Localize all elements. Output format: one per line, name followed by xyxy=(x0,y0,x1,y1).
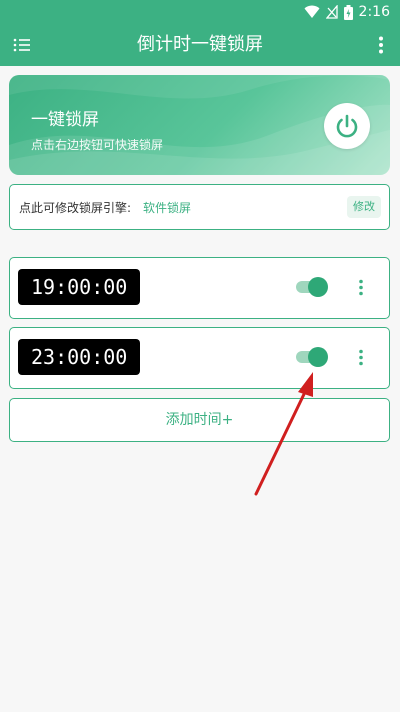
wifi-icon xyxy=(304,5,320,18)
timer-row: 19:00:00 xyxy=(9,257,390,319)
battery-icon xyxy=(343,4,353,20)
edit-engine-button[interactable]: 修改 xyxy=(347,196,381,218)
engine-label: 点此可修改锁屏引擎: xyxy=(19,201,132,215)
timer-time-display[interactable]: 23:00:00 xyxy=(18,339,141,375)
toggle-knob xyxy=(308,277,328,297)
status-time: 2:16 xyxy=(358,4,390,20)
lock-engine-card[interactable]: 点此可修改锁屏引擎: 软件锁屏 修改 xyxy=(9,184,390,230)
power-icon xyxy=(336,114,358,138)
app-bar: 倒计时一键锁屏 xyxy=(0,24,400,66)
no-signal-icon xyxy=(325,5,338,19)
timer-enable-toggle[interactable] xyxy=(296,347,330,367)
more-vert-icon[interactable] xyxy=(358,349,364,366)
more-vert-icon[interactable] xyxy=(378,36,384,54)
lock-banner: 一键锁屏 点击右边按钮可快速锁屏 xyxy=(9,75,390,175)
banner-subtitle: 点击右边按钮可快速锁屏 xyxy=(31,138,164,152)
status-bar: 2:16 xyxy=(0,0,400,24)
timer-enable-toggle[interactable] xyxy=(296,277,330,297)
lock-now-button[interactable] xyxy=(324,103,370,149)
more-vert-icon[interactable] xyxy=(358,279,364,296)
timer-row: 23:00:00 xyxy=(9,327,390,389)
add-time-button[interactable]: 添加时间+ xyxy=(9,398,390,442)
toggle-knob xyxy=(308,347,328,367)
page-title: 倒计时一键锁屏 xyxy=(137,34,263,55)
banner-title: 一键锁屏 xyxy=(31,110,99,130)
engine-value: 软件锁屏 xyxy=(143,201,192,215)
timer-time-display[interactable]: 19:00:00 xyxy=(18,269,141,305)
